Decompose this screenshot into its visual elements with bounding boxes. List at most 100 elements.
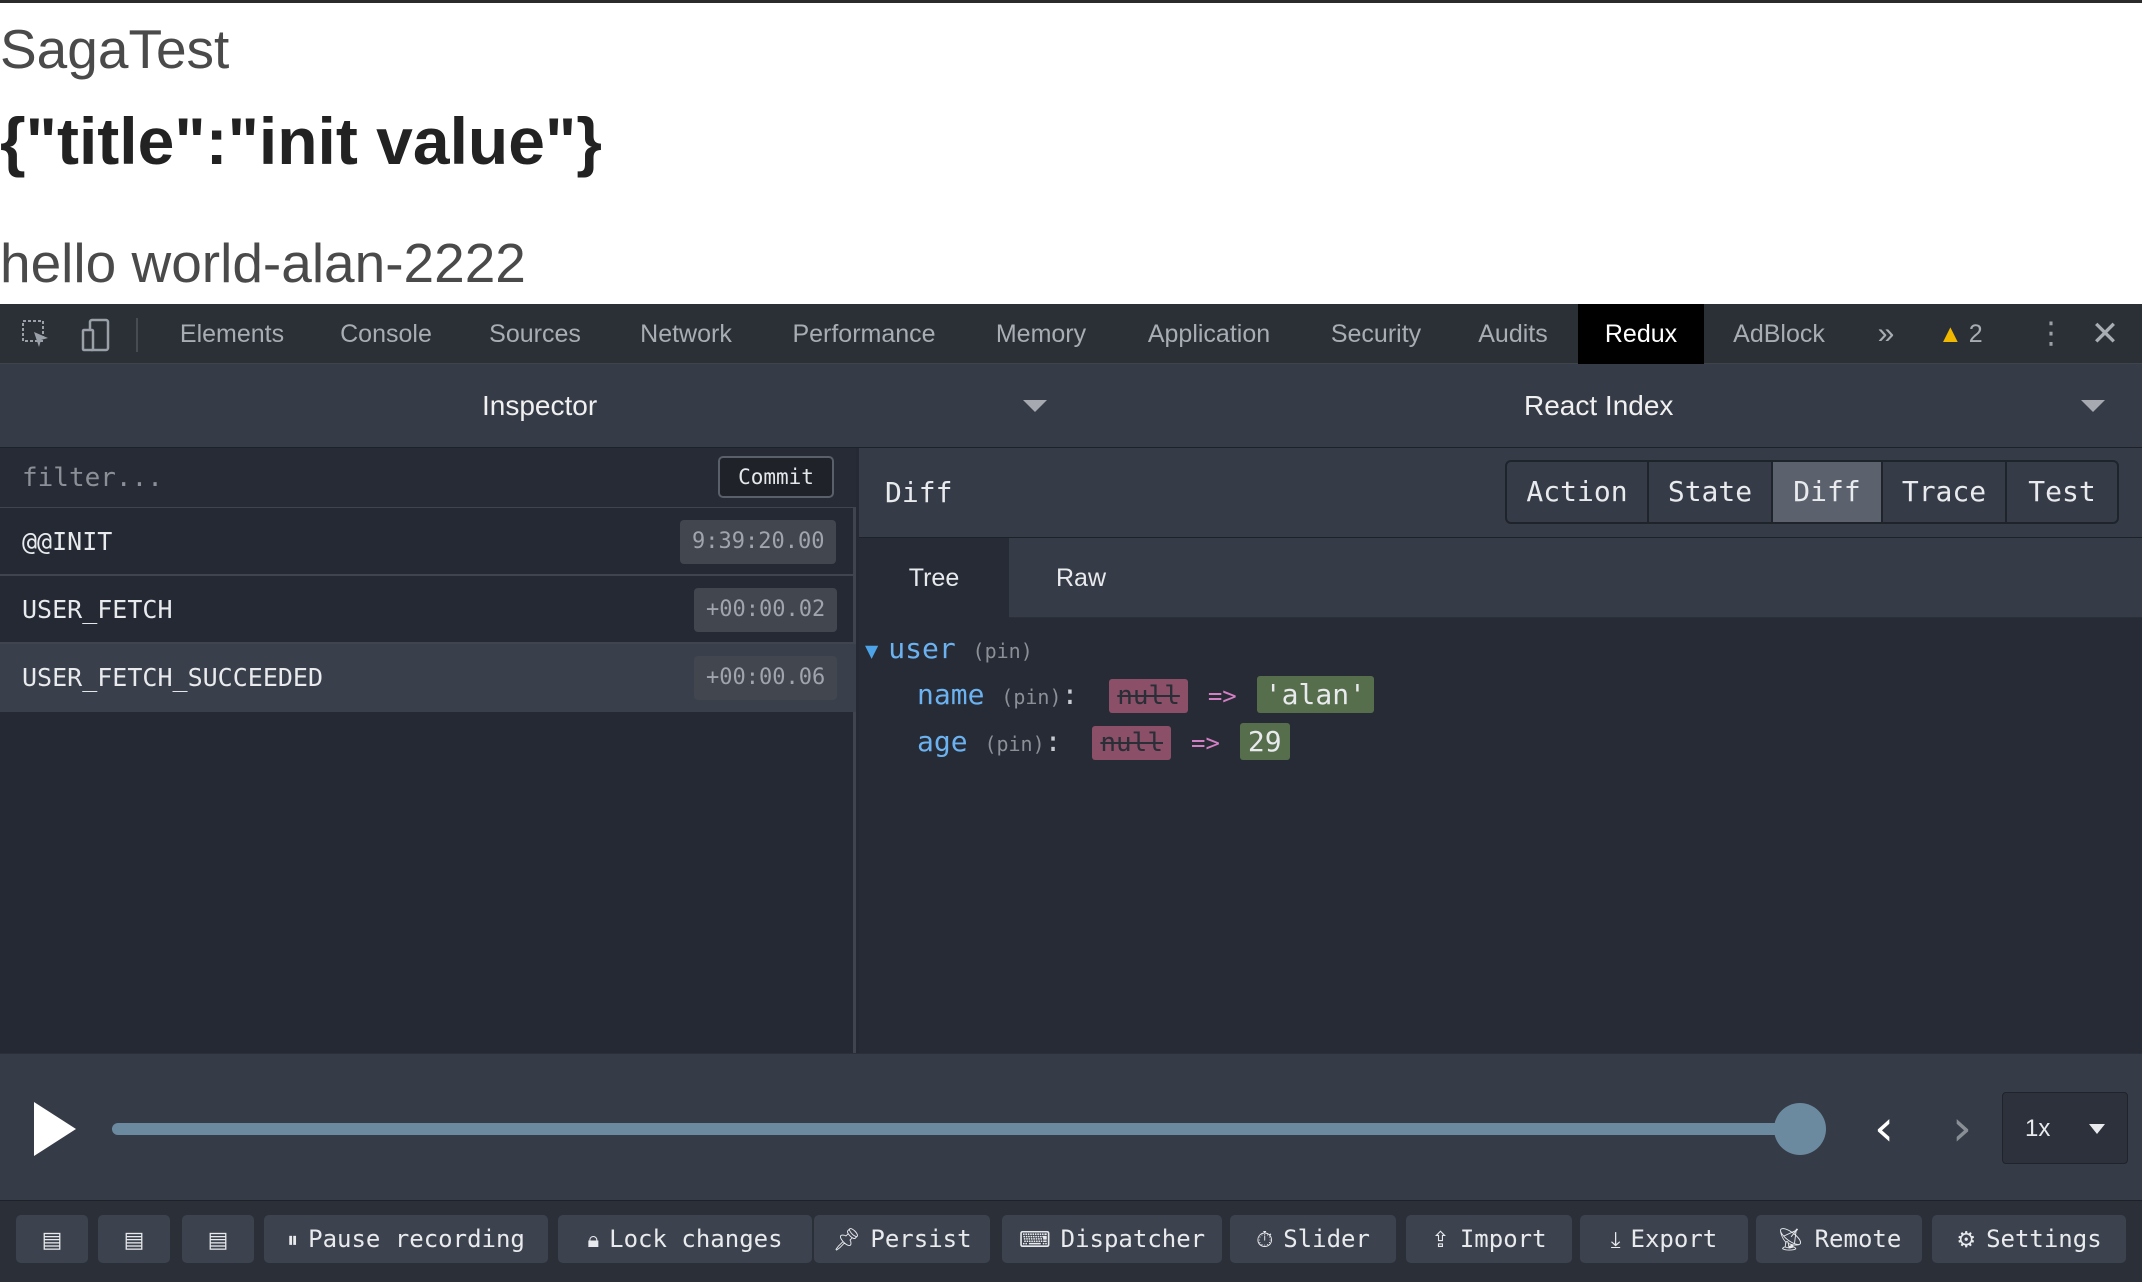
more-options-icon[interactable]: ⋮ (2036, 304, 2066, 364)
slider-track[interactable] (112, 1123, 1800, 1135)
remote-button[interactable]: 📡︎ Remote (1756, 1215, 1922, 1263)
previous-action-icon[interactable]: ‹ (1864, 1098, 1904, 1158)
subtab-raw[interactable]: Raw (1009, 538, 1153, 618)
diff-new-value: 'alan' (1256, 676, 1374, 713)
left-monitor-selector[interactable]: Inspector (0, 364, 1071, 448)
tree-colon: : (1061, 678, 1079, 711)
detail-header: Diff Action State Diff Trace Test (859, 448, 2142, 538)
pause-recording-button[interactable]: ⏸ Pause recording (264, 1215, 548, 1263)
tab-adblock[interactable]: AdBlock (1718, 304, 1840, 364)
broadcast-icon: 📡︎ (1776, 1228, 1805, 1253)
gear-icon: ⚙ (1956, 1228, 1977, 1253)
slider-button[interactable]: ⏱ Slider (1230, 1215, 1396, 1263)
action-name: USER_FETCH (22, 595, 173, 624)
layout-left-button[interactable]: ▤ (16, 1215, 88, 1263)
page-title: SagaTest (0, 18, 230, 80)
tab-elements[interactable]: Elements (160, 304, 304, 364)
page-viewport: SagaTest {"title":"init value"} hello wo… (0, 0, 2142, 304)
tab-state[interactable]: State (1649, 462, 1773, 522)
left-monitor-label: Inspector (482, 390, 598, 421)
lock-changes-button[interactable]: 🔒︎ Lock changes (558, 1215, 812, 1263)
pin-icon: 📌︎ (832, 1228, 861, 1253)
right-monitor-selector[interactable]: React Index (1071, 364, 2142, 448)
action-name: USER_FETCH_SUCCEEDED (22, 663, 324, 692)
right-monitor-label: React Index (1524, 390, 1674, 421)
tab-security[interactable]: Security (1316, 304, 1436, 364)
layout-right-icon: ▤ (123, 1228, 145, 1253)
pause-icon: ⏸ (287, 1228, 299, 1253)
play-icon[interactable] (34, 1102, 76, 1156)
diff-old-value: null (1109, 679, 1188, 713)
dispatcher-label: Dispatcher (1060, 1225, 1206, 1253)
expand-arrow-icon[interactable]: ▼ (865, 639, 878, 664)
lock-icon: 🔒︎ (587, 1228, 600, 1253)
tab-redux[interactable]: Redux (1578, 304, 1704, 364)
download-icon: ⤓ (1610, 1228, 1621, 1253)
warnings-count: 2 (1968, 320, 1983, 348)
hello-text: hello world-alan-2222 (0, 232, 526, 294)
commit-button[interactable]: Commit (718, 456, 834, 498)
lock-changes-label: Lock changes (609, 1225, 783, 1253)
action-row-selected[interactable]: USER_FETCH_SUCCEEDED +00:00.06 (0, 644, 856, 712)
persist-button[interactable]: 📌︎ Persist (814, 1215, 990, 1263)
settings-button[interactable]: ⚙ Settings (1932, 1215, 2126, 1263)
tab-test[interactable]: Test (2007, 462, 2117, 522)
chevron-down-icon (2089, 1124, 2105, 1134)
tab-action[interactable]: Action (1507, 462, 1649, 522)
chevron-down-icon (2081, 400, 2105, 412)
pause-recording-label: Pause recording (308, 1225, 525, 1253)
tree-key: user (888, 632, 956, 665)
tab-performance[interactable]: Performance (776, 304, 952, 364)
action-detail-pane: Diff Action State Diff Trace Test Tree R… (859, 448, 2142, 1053)
action-time: +00:00.02 (694, 588, 838, 632)
tab-sources[interactable]: Sources (470, 304, 600, 364)
import-button[interactable]: ⇪ Import (1406, 1215, 1572, 1263)
detail-title: Diff (885, 476, 953, 509)
slider-monitor: ‹ › 1x (0, 1053, 2142, 1200)
pin-link[interactable]: (pin) (973, 639, 1033, 663)
action-time: +00:00.06 (694, 656, 838, 700)
action-row[interactable]: USER_FETCH +00:00.02 (0, 576, 856, 644)
tab-application[interactable]: Application (1130, 304, 1288, 364)
dispatcher-button[interactable]: ⌨ Dispatcher (1002, 1215, 1222, 1263)
filter-input[interactable] (0, 448, 700, 508)
playback-speed-select[interactable]: 1x (2002, 1092, 2128, 1164)
tab-console[interactable]: Console (322, 304, 450, 364)
tab-audits[interactable]: Audits (1464, 304, 1562, 364)
tree-colon: : (1044, 725, 1062, 758)
layout-bottom-icon: ▤ (207, 1228, 229, 1253)
diff-arrow: => (1207, 682, 1237, 710)
action-time: 9:39:20.00 (680, 520, 837, 564)
tree-node-age: age (pin): null => 29 (917, 719, 1290, 765)
action-row[interactable]: @@INIT 9:39:20.00 (0, 508, 856, 576)
close-devtools-icon[interactable]: ✕ (2090, 304, 2120, 364)
slider-thumb[interactable] (1774, 1103, 1826, 1155)
pin-link[interactable]: (pin) (1001, 685, 1061, 709)
subtab-tree[interactable]: Tree (859, 538, 1009, 618)
slider-label: Slider (1283, 1225, 1370, 1253)
more-tabs-button[interactable]: » (1866, 304, 1906, 364)
tab-trace[interactable]: Trace (1883, 462, 2007, 522)
diff-arrow: => (1191, 729, 1220, 757)
diff-new-value: 29 (1239, 723, 1290, 760)
layout-bottom-button[interactable]: ▤ (182, 1215, 254, 1263)
pin-link[interactable]: (pin) (984, 732, 1044, 756)
device-toolbar-icon[interactable] (78, 318, 114, 352)
view-subtabs: Tree Raw (859, 538, 2142, 618)
action-name: @@INIT (22, 527, 113, 556)
inspect-element-icon[interactable] (18, 318, 54, 352)
diff-tree: ▼ user (pin) name (pin): null =>'alan' age… (859, 618, 2142, 1053)
tab-diff[interactable]: Diff (1773, 462, 1883, 522)
tree-key: name (917, 678, 985, 711)
next-action-icon[interactable]: › (1942, 1098, 1982, 1158)
export-button[interactable]: ⤓ Export (1580, 1215, 1748, 1263)
tree-node-user[interactable]: ▼ user (pin) (865, 626, 1033, 672)
tab-network[interactable]: Network (622, 304, 750, 364)
tab-memory[interactable]: Memory (980, 304, 1102, 364)
warnings-badge[interactable]: ▲ 2 (1938, 304, 1983, 364)
chevron-down-icon (1023, 400, 1047, 412)
import-label: Import (1459, 1225, 1547, 1253)
timer-icon: ⏱ (1256, 1228, 1274, 1253)
layout-right-button[interactable]: ▤ (98, 1215, 170, 1263)
settings-label: Settings (1986, 1225, 2102, 1253)
